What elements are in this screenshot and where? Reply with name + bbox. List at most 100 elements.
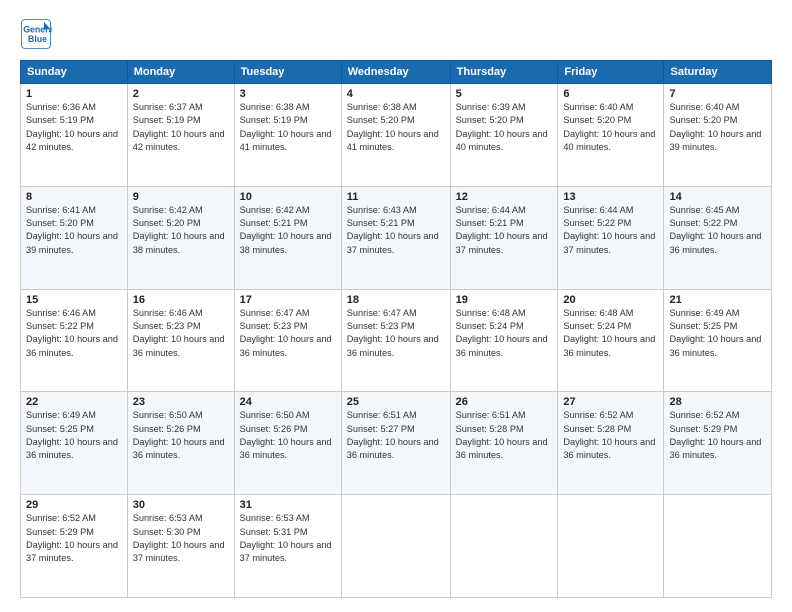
day-number: 4 bbox=[347, 88, 445, 100]
svg-text:Blue: Blue bbox=[28, 34, 47, 44]
day-header-friday: Friday bbox=[558, 61, 664, 84]
day-info: Sunrise: 6:48 AMSunset: 5:24 PMDaylight:… bbox=[563, 308, 655, 358]
day-cell-10: 10 Sunrise: 6:42 AMSunset: 5:21 PMDaylig… bbox=[234, 186, 341, 289]
logo-icon: General Blue bbox=[20, 18, 52, 50]
day-number: 13 bbox=[563, 191, 658, 203]
empty-cell bbox=[450, 495, 558, 598]
day-number: 31 bbox=[240, 499, 336, 511]
header: General Blue bbox=[20, 18, 772, 50]
calendar-body: 1 Sunrise: 6:36 AMSunset: 5:19 PMDayligh… bbox=[21, 84, 772, 598]
day-info: Sunrise: 6:46 AMSunset: 5:22 PMDaylight:… bbox=[26, 308, 118, 358]
day-cell-24: 24 Sunrise: 6:50 AMSunset: 5:26 PMDaylig… bbox=[234, 392, 341, 495]
day-number: 12 bbox=[456, 191, 553, 203]
day-cell-21: 21 Sunrise: 6:49 AMSunset: 5:25 PMDaylig… bbox=[664, 289, 772, 392]
day-info: Sunrise: 6:38 AMSunset: 5:19 PMDaylight:… bbox=[240, 102, 332, 152]
day-cell-15: 15 Sunrise: 6:46 AMSunset: 5:22 PMDaylig… bbox=[21, 289, 128, 392]
day-number: 16 bbox=[133, 294, 229, 306]
empty-cell bbox=[558, 495, 664, 598]
day-number: 28 bbox=[669, 396, 766, 408]
day-cell-26: 26 Sunrise: 6:51 AMSunset: 5:28 PMDaylig… bbox=[450, 392, 558, 495]
day-cell-8: 8 Sunrise: 6:41 AMSunset: 5:20 PMDayligh… bbox=[21, 186, 128, 289]
day-cell-30: 30 Sunrise: 6:53 AMSunset: 5:30 PMDaylig… bbox=[127, 495, 234, 598]
day-info: Sunrise: 6:39 AMSunset: 5:20 PMDaylight:… bbox=[456, 102, 548, 152]
day-info: Sunrise: 6:42 AMSunset: 5:20 PMDaylight:… bbox=[133, 205, 225, 255]
day-number: 2 bbox=[133, 88, 229, 100]
day-number: 23 bbox=[133, 396, 229, 408]
day-cell-1: 1 Sunrise: 6:36 AMSunset: 5:19 PMDayligh… bbox=[21, 84, 128, 187]
day-number: 30 bbox=[133, 499, 229, 511]
day-number: 29 bbox=[26, 499, 122, 511]
day-number: 3 bbox=[240, 88, 336, 100]
day-info: Sunrise: 6:42 AMSunset: 5:21 PMDaylight:… bbox=[240, 205, 332, 255]
day-cell-22: 22 Sunrise: 6:49 AMSunset: 5:25 PMDaylig… bbox=[21, 392, 128, 495]
day-cell-9: 9 Sunrise: 6:42 AMSunset: 5:20 PMDayligh… bbox=[127, 186, 234, 289]
day-cell-19: 19 Sunrise: 6:48 AMSunset: 5:24 PMDaylig… bbox=[450, 289, 558, 392]
day-info: Sunrise: 6:41 AMSunset: 5:20 PMDaylight:… bbox=[26, 205, 118, 255]
day-cell-31: 31 Sunrise: 6:53 AMSunset: 5:31 PMDaylig… bbox=[234, 495, 341, 598]
day-info: Sunrise: 6:43 AMSunset: 5:21 PMDaylight:… bbox=[347, 205, 439, 255]
day-number: 25 bbox=[347, 396, 445, 408]
day-cell-5: 5 Sunrise: 6:39 AMSunset: 5:20 PMDayligh… bbox=[450, 84, 558, 187]
day-cell-25: 25 Sunrise: 6:51 AMSunset: 5:27 PMDaylig… bbox=[341, 392, 450, 495]
day-info: Sunrise: 6:49 AMSunset: 5:25 PMDaylight:… bbox=[26, 410, 118, 460]
day-info: Sunrise: 6:51 AMSunset: 5:27 PMDaylight:… bbox=[347, 410, 439, 460]
day-number: 15 bbox=[26, 294, 122, 306]
calendar-header: SundayMondayTuesdayWednesdayThursdayFrid… bbox=[21, 61, 772, 84]
day-info: Sunrise: 6:49 AMSunset: 5:25 PMDaylight:… bbox=[669, 308, 761, 358]
day-number: 8 bbox=[26, 191, 122, 203]
day-number: 11 bbox=[347, 191, 445, 203]
day-info: Sunrise: 6:37 AMSunset: 5:19 PMDaylight:… bbox=[133, 102, 225, 152]
day-number: 26 bbox=[456, 396, 553, 408]
day-cell-27: 27 Sunrise: 6:52 AMSunset: 5:28 PMDaylig… bbox=[558, 392, 664, 495]
day-number: 5 bbox=[456, 88, 553, 100]
day-info: Sunrise: 6:52 AMSunset: 5:29 PMDaylight:… bbox=[669, 410, 761, 460]
day-info: Sunrise: 6:44 AMSunset: 5:21 PMDaylight:… bbox=[456, 205, 548, 255]
day-cell-12: 12 Sunrise: 6:44 AMSunset: 5:21 PMDaylig… bbox=[450, 186, 558, 289]
day-info: Sunrise: 6:46 AMSunset: 5:23 PMDaylight:… bbox=[133, 308, 225, 358]
empty-cell bbox=[664, 495, 772, 598]
day-header-thursday: Thursday bbox=[450, 61, 558, 84]
day-info: Sunrise: 6:52 AMSunset: 5:29 PMDaylight:… bbox=[26, 513, 118, 563]
day-info: Sunrise: 6:50 AMSunset: 5:26 PMDaylight:… bbox=[133, 410, 225, 460]
day-number: 19 bbox=[456, 294, 553, 306]
day-number: 20 bbox=[563, 294, 658, 306]
day-number: 22 bbox=[26, 396, 122, 408]
day-header-saturday: Saturday bbox=[664, 61, 772, 84]
empty-cell bbox=[341, 495, 450, 598]
day-cell-6: 6 Sunrise: 6:40 AMSunset: 5:20 PMDayligh… bbox=[558, 84, 664, 187]
day-number: 18 bbox=[347, 294, 445, 306]
day-info: Sunrise: 6:38 AMSunset: 5:20 PMDaylight:… bbox=[347, 102, 439, 152]
day-info: Sunrise: 6:36 AMSunset: 5:19 PMDaylight:… bbox=[26, 102, 118, 152]
day-info: Sunrise: 6:47 AMSunset: 5:23 PMDaylight:… bbox=[347, 308, 439, 358]
day-info: Sunrise: 6:52 AMSunset: 5:28 PMDaylight:… bbox=[563, 410, 655, 460]
day-cell-16: 16 Sunrise: 6:46 AMSunset: 5:23 PMDaylig… bbox=[127, 289, 234, 392]
day-number: 10 bbox=[240, 191, 336, 203]
day-number: 1 bbox=[26, 88, 122, 100]
day-info: Sunrise: 6:50 AMSunset: 5:26 PMDaylight:… bbox=[240, 410, 332, 460]
day-info: Sunrise: 6:40 AMSunset: 5:20 PMDaylight:… bbox=[669, 102, 761, 152]
day-number: 21 bbox=[669, 294, 766, 306]
week-row-3: 15 Sunrise: 6:46 AMSunset: 5:22 PMDaylig… bbox=[21, 289, 772, 392]
week-row-4: 22 Sunrise: 6:49 AMSunset: 5:25 PMDaylig… bbox=[21, 392, 772, 495]
logo: General Blue bbox=[20, 18, 58, 50]
day-number: 27 bbox=[563, 396, 658, 408]
day-cell-14: 14 Sunrise: 6:45 AMSunset: 5:22 PMDaylig… bbox=[664, 186, 772, 289]
day-header-sunday: Sunday bbox=[21, 61, 128, 84]
page: General Blue SundayMondayTuesdayWednesda… bbox=[0, 0, 792, 612]
day-number: 14 bbox=[669, 191, 766, 203]
day-info: Sunrise: 6:47 AMSunset: 5:23 PMDaylight:… bbox=[240, 308, 332, 358]
day-cell-2: 2 Sunrise: 6:37 AMSunset: 5:19 PMDayligh… bbox=[127, 84, 234, 187]
day-info: Sunrise: 6:40 AMSunset: 5:20 PMDaylight:… bbox=[563, 102, 655, 152]
day-number: 9 bbox=[133, 191, 229, 203]
day-number: 7 bbox=[669, 88, 766, 100]
day-cell-20: 20 Sunrise: 6:48 AMSunset: 5:24 PMDaylig… bbox=[558, 289, 664, 392]
day-cell-7: 7 Sunrise: 6:40 AMSunset: 5:20 PMDayligh… bbox=[664, 84, 772, 187]
day-number: 17 bbox=[240, 294, 336, 306]
day-cell-23: 23 Sunrise: 6:50 AMSunset: 5:26 PMDaylig… bbox=[127, 392, 234, 495]
day-info: Sunrise: 6:44 AMSunset: 5:22 PMDaylight:… bbox=[563, 205, 655, 255]
day-header-tuesday: Tuesday bbox=[234, 61, 341, 84]
day-cell-3: 3 Sunrise: 6:38 AMSunset: 5:19 PMDayligh… bbox=[234, 84, 341, 187]
day-header-monday: Monday bbox=[127, 61, 234, 84]
day-info: Sunrise: 6:51 AMSunset: 5:28 PMDaylight:… bbox=[456, 410, 548, 460]
day-cell-17: 17 Sunrise: 6:47 AMSunset: 5:23 PMDaylig… bbox=[234, 289, 341, 392]
